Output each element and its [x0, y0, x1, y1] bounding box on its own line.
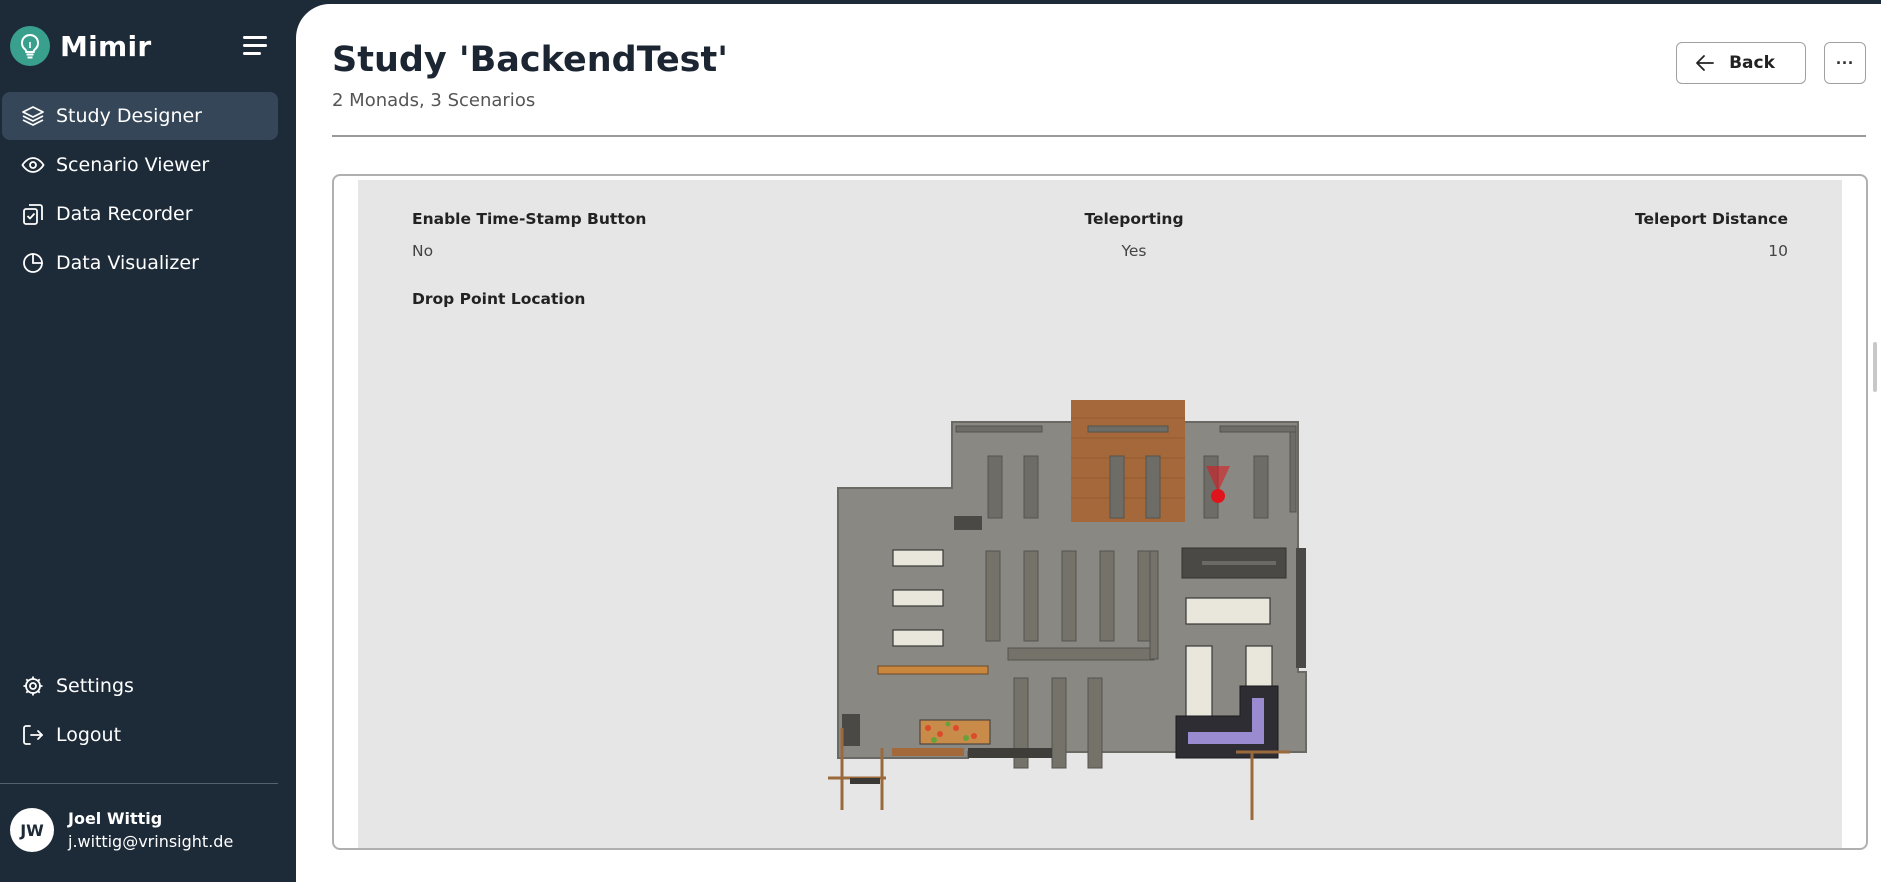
teleport-distance-value: 10 [1768, 242, 1788, 260]
logout-icon [20, 722, 46, 748]
sidebar-item-settings[interactable]: Settings [2, 662, 278, 710]
app-name: Mimir [60, 29, 152, 63]
brand[interactable]: Mimir [10, 26, 152, 66]
eye-icon [20, 152, 46, 178]
drop-point-label: Drop Point Location [412, 290, 586, 308]
sidebar-divider [0, 783, 278, 784]
gear-icon [20, 673, 46, 699]
arrow-left-icon [1695, 54, 1715, 77]
layers-icon [20, 103, 46, 129]
more-options-button[interactable]: ··· [1824, 42, 1866, 84]
sidebar-item-scenario-viewer[interactable]: Scenario Viewer [2, 141, 278, 189]
lightbulb-logo-icon [10, 26, 50, 66]
sidebar-item-logout[interactable]: Logout [2, 711, 278, 759]
sidebar-item-study-designer[interactable]: Study Designer [2, 92, 278, 140]
user-email: j.wittig@vrinsight.de [68, 832, 234, 851]
sidebar-item-label: Settings [56, 675, 134, 697]
sidebar-item-label: Study Designer [56, 105, 202, 127]
header-divider [332, 135, 1866, 137]
teleporting-value: Yes [1121, 242, 1147, 260]
drop-point-marker [1211, 489, 1225, 503]
sidebar-item-label: Logout [56, 724, 122, 746]
user-name: Joel Wittig [68, 809, 163, 828]
store-floor-plan-map[interactable] [828, 348, 1388, 848]
ellipsis-icon: ··· [1836, 52, 1854, 73]
sidebar-item-label: Data Visualizer [56, 252, 199, 274]
sidebar-item-label: Data Recorder [56, 203, 193, 225]
sidebar-bottom-nav: Settings Logout [0, 662, 296, 760]
back-button[interactable]: Back [1676, 42, 1806, 84]
menu-toggle-icon[interactable] [243, 36, 269, 56]
scenario-settings-card: Enable Time-Stamp Button No Teleporting … [332, 174, 1868, 850]
sidebar-item-label: Scenario Viewer [56, 154, 210, 176]
clipboard-check-icon [20, 201, 46, 227]
avatar: JW [10, 808, 54, 852]
timestamp-value: No [412, 242, 434, 260]
back-button-label: Back [1729, 53, 1775, 73]
scrollbar-thumb[interactable] [1873, 342, 1877, 392]
page-title: Study 'BackendTest' [332, 40, 728, 80]
teleport-distance-label: Teleport Distance [1634, 210, 1788, 228]
sidebar-item-data-recorder[interactable]: Data Recorder [2, 190, 278, 238]
sidebar: Mimir Study Designer Scenario Viewer Dat… [0, 0, 296, 882]
sidebar-nav: Study Designer Scenario Viewer Data Reco… [0, 92, 296, 288]
pie-chart-icon [20, 250, 46, 276]
teleporting-label: Teleporting [1084, 210, 1184, 228]
user-profile[interactable]: JW Joel Wittig j.wittig@vrinsight.de [10, 808, 233, 852]
sidebar-item-data-visualizer[interactable]: Data Visualizer [2, 239, 278, 287]
main-content: Study 'BackendTest' 2 Monads, 3 Scenario… [296, 4, 1881, 882]
timestamp-label: Enable Time-Stamp Button [412, 210, 647, 228]
settings-panel: Enable Time-Stamp Button No Teleporting … [358, 180, 1842, 848]
page-subtitle: 2 Monads, 3 Scenarios [332, 90, 536, 111]
